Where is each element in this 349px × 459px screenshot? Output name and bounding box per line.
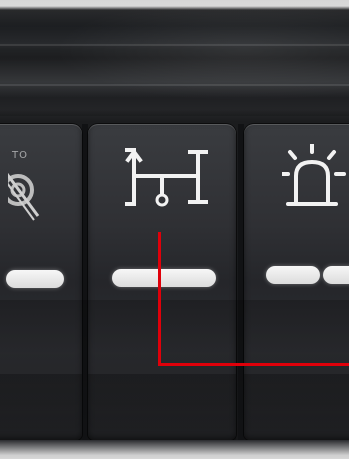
indicator-light — [112, 269, 216, 287]
callout-line-horizontal — [158, 363, 349, 366]
indicator-light — [323, 266, 349, 284]
dashboard-photo: TO — [0, 0, 349, 459]
callout-line-vertical — [158, 232, 161, 366]
panel-seam — [0, 44, 349, 46]
button-lower-shadow — [0, 300, 349, 440]
dashboard-upper-panel — [0, 6, 349, 116]
indicator-light — [266, 266, 320, 284]
dashboard-lower-edge — [0, 440, 349, 459]
differential-lock-icon — [124, 146, 214, 218]
beacon-light-icon — [282, 144, 349, 214]
auto-off-icon-text: TO — [12, 150, 28, 161]
panel-seam — [0, 84, 349, 86]
indicator-light — [6, 270, 64, 288]
